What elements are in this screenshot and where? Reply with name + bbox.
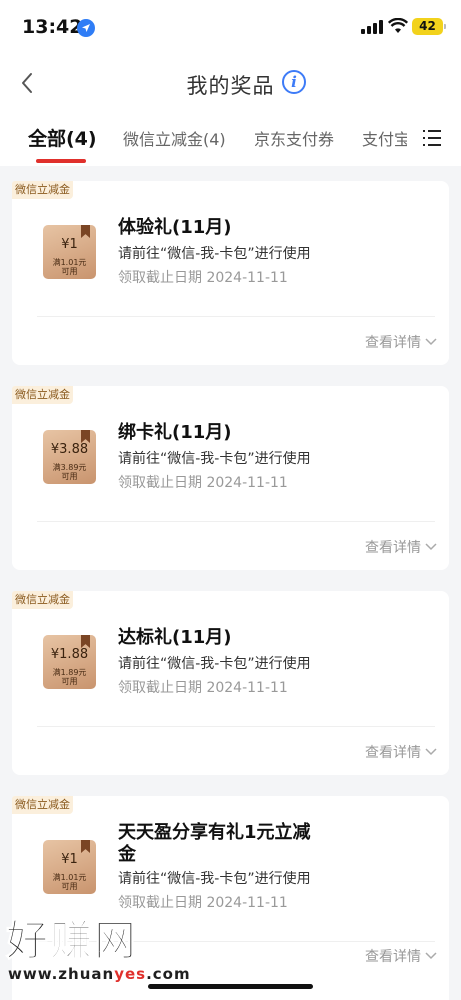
prize-title: 绑卡礼(11月) — [118, 422, 232, 443]
tab-alipay[interactable]: 支付宝 — [362, 126, 407, 150]
info-icon[interactable]: i — [282, 70, 306, 94]
coupon-thumbnail: ¥1.88 满1.89元 可用 — [43, 635, 96, 689]
chevron-down-icon[interactable] — [425, 338, 437, 346]
location-icon — [77, 19, 95, 37]
site-watermark: 好赚网 www.zhuanyes.com — [5, 916, 196, 989]
coupon-condition: 满1.89元 可用 — [43, 668, 96, 686]
prize-card[interactable]: 微信立减金 ¥1.88 满1.89元 可用 达标礼(11月) 请前往“微信-我-… — [12, 591, 449, 775]
prize-type-tag: 微信立减金 — [12, 591, 73, 609]
coupon-amount: ¥1 — [61, 852, 78, 867]
view-details-link[interactable]: 查看详情 — [365, 537, 421, 557]
prize-card[interactable]: 微信立减金 ¥1 满1.01元 可用 体验礼(11月) 请前往“微信-我-卡包”… — [12, 181, 449, 365]
card-divider — [37, 316, 435, 317]
prize-type-tag: 微信立减金 — [12, 386, 73, 404]
coupon-condition: 满1.01元 可用 — [43, 258, 96, 276]
watermark-url-part: yes — [114, 965, 147, 983]
view-details-link[interactable]: 查看详情 — [365, 742, 421, 762]
battery-icon: 42 — [412, 18, 446, 35]
prize-deadline: 领取截止日期 2024-11-11 — [118, 475, 288, 491]
view-details-link[interactable]: 查看详情 — [365, 332, 421, 352]
active-tab-indicator — [36, 159, 86, 163]
chevron-down-icon[interactable] — [425, 952, 437, 960]
cellular-signal-icon — [361, 20, 383, 34]
prize-title-line: 天天盈分享有礼1元立减 — [118, 822, 311, 843]
coupon-condition-line: 可用 — [61, 677, 78, 686]
page-title: 我的奖品 — [186, 74, 275, 98]
prize-type-tag: 微信立减金 — [12, 181, 73, 199]
watermark-url-part: .com — [146, 965, 191, 983]
prize-description: 请前往“微信-我-卡包”进行使用 — [118, 656, 311, 672]
status-bar: 13:42 42 — [0, 0, 461, 56]
navigation-bar: 我的奖品 i — [0, 56, 461, 112]
prize-title-line: 金 — [118, 844, 136, 865]
prize-description: 请前往“微信-我-卡包”进行使用 — [118, 246, 311, 262]
prize-type-tag: 微信立减金 — [12, 796, 73, 814]
wifi-icon — [388, 18, 408, 33]
tab-bar: 全部(4) 微信立减金(4) 京东支付券 支付宝 — [0, 112, 461, 166]
prize-deadline: 领取截止日期 2024-11-11 — [118, 680, 288, 696]
prize-description: 请前往“微信-我-卡包”进行使用 — [118, 871, 311, 887]
prize-description: 请前往“微信-我-卡包”进行使用 — [118, 451, 311, 467]
coupon-condition: 满3.89元 可用 — [43, 463, 96, 481]
prize-card[interactable]: 微信立减金 ¥3.88 满3.89元 可用 绑卡礼(11月) 请前往“微信-我-… — [12, 386, 449, 570]
coupon-amount: ¥1 — [61, 237, 78, 252]
coupon-amount: ¥3.88 — [50, 442, 89, 457]
prize-title: 天天盈分享有礼1元立减 金 — [118, 822, 311, 866]
prize-title: 体验礼(11月) — [118, 217, 232, 238]
tab-jd-pay-coupon[interactable]: 京东支付券 — [254, 126, 334, 150]
home-indicator[interactable] — [148, 984, 313, 989]
prize-title: 达标礼(11月) — [118, 627, 232, 648]
coupon-thumbnail: ¥1 满1.01元 可用 — [43, 225, 96, 279]
card-divider — [37, 726, 435, 727]
watermark-url-part: www.zhuan — [8, 965, 115, 983]
prize-deadline: 领取截止日期 2024-11-11 — [118, 895, 288, 911]
coupon-condition-line: 满1.01元 — [52, 873, 87, 882]
status-time: 13:42 — [22, 16, 83, 38]
prize-deadline: 领取截止日期 2024-11-11 — [118, 270, 288, 286]
coupon-thumbnail: ¥3.88 满3.89元 可用 — [43, 430, 96, 484]
menu-icon[interactable] — [423, 130, 441, 146]
coupon-condition-line: 满1.89元 — [52, 668, 87, 677]
coupon-amount: ¥1.88 — [50, 647, 89, 662]
card-divider — [37, 521, 435, 522]
watermark-logo-text: 好赚网 — [5, 916, 139, 965]
coupon-condition-line: 满3.89元 — [52, 463, 87, 472]
coupon-condition-line: 满1.01元 — [52, 258, 87, 267]
chevron-down-icon[interactable] — [425, 748, 437, 756]
watermark-url: www.zhuanyes.com — [8, 965, 191, 983]
tab-wechat-discount[interactable]: 微信立减金(4) — [123, 126, 226, 150]
coupon-condition-line: 可用 — [61, 882, 78, 891]
coupon-condition: 满1.01元 可用 — [43, 873, 96, 891]
coupon-condition-line: 可用 — [61, 267, 78, 276]
coupon-thumbnail: ¥1 满1.01元 可用 — [43, 840, 96, 894]
coupon-condition-line: 可用 — [61, 472, 78, 481]
view-details-link[interactable]: 查看详情 — [365, 946, 421, 966]
chevron-down-icon[interactable] — [425, 543, 437, 551]
tab-all[interactable]: 全部(4) — [28, 124, 97, 151]
tab-alipay-clip: 支付宝 — [362, 126, 407, 150]
